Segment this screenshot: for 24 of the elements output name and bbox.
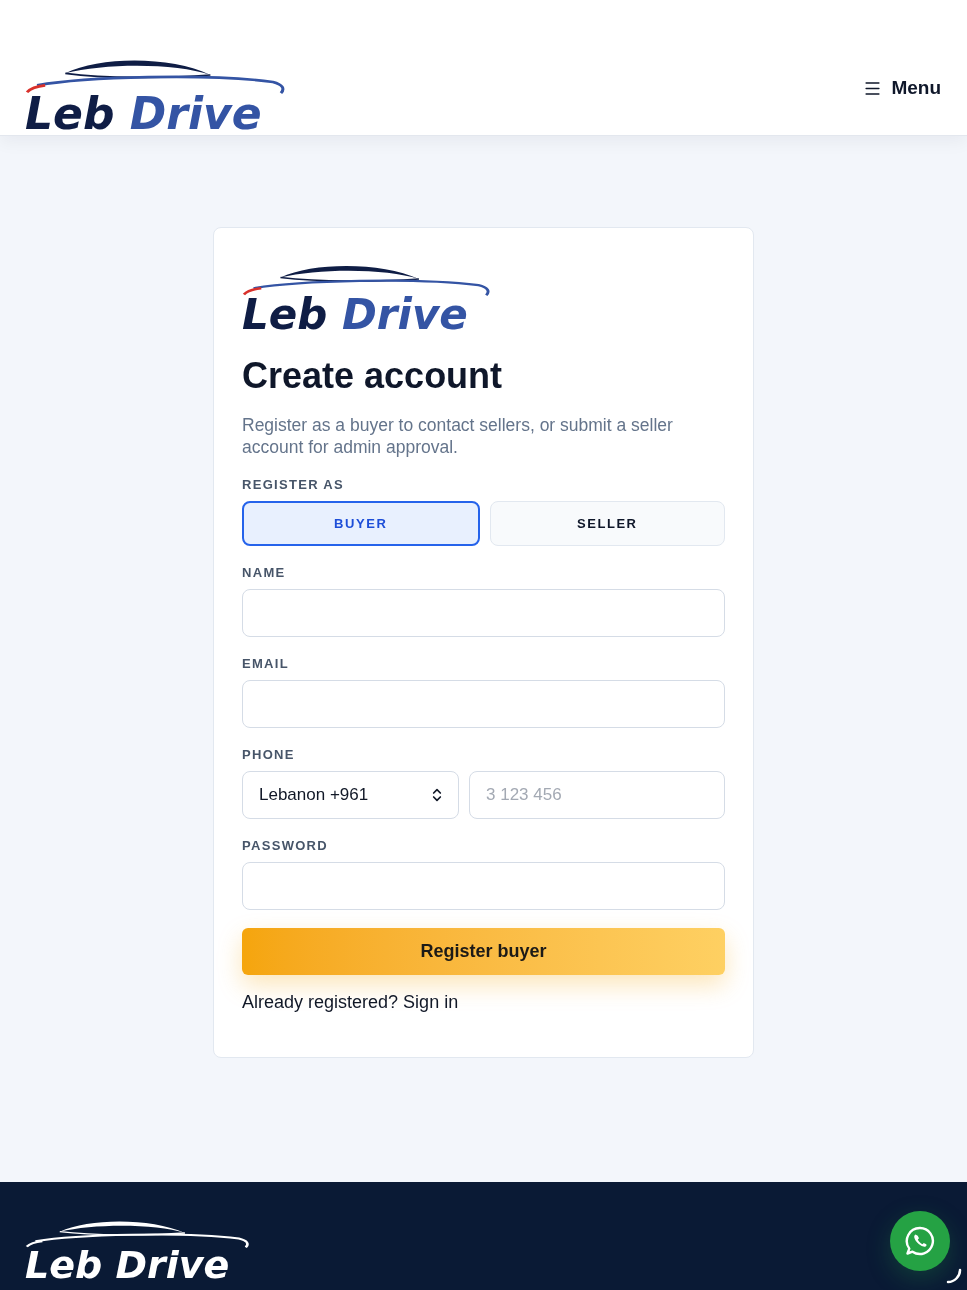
phone-bubble-icon [904, 1225, 936, 1257]
field-label: PASSWORD [242, 839, 329, 852]
text-input[interactable] [242, 680, 725, 728]
logo-text: Leb Drive [242, 294, 468, 336]
role-tab[interactable]: BUYER [242, 501, 480, 546]
sign-in-prompt: Already registered? Sign in [242, 993, 460, 1011]
menu-button[interactable]: Menu [863, 74, 941, 103]
register-button[interactable]: Register buyer [242, 928, 725, 975]
chat-button[interactable] [890, 1211, 950, 1271]
field-label: NAME [242, 566, 287, 579]
role-tab[interactable]: SELLER [489, 501, 725, 546]
field-label: EMAIL [242, 657, 290, 670]
text-input[interactable] [242, 589, 725, 637]
field-label: REGISTER AS [242, 478, 345, 491]
arc-icon [946, 1268, 962, 1284]
logo-text: Leb Drive [25, 1246, 230, 1284]
logo-text: Leb Drive [25, 92, 262, 136]
sign-in-link[interactable]: Sign in [403, 992, 459, 1012]
page-title: Create account [242, 358, 504, 394]
country-select[interactable]: Lebanon +961 [242, 771, 459, 819]
field-label: PHONE [242, 748, 296, 761]
phone-input[interactable]: 3 123 456 [469, 771, 725, 819]
description-text: Register as a buyer to contact sellers, or submit a seller account for admin approval. [242, 414, 674, 458]
text-input[interactable] [242, 862, 725, 910]
